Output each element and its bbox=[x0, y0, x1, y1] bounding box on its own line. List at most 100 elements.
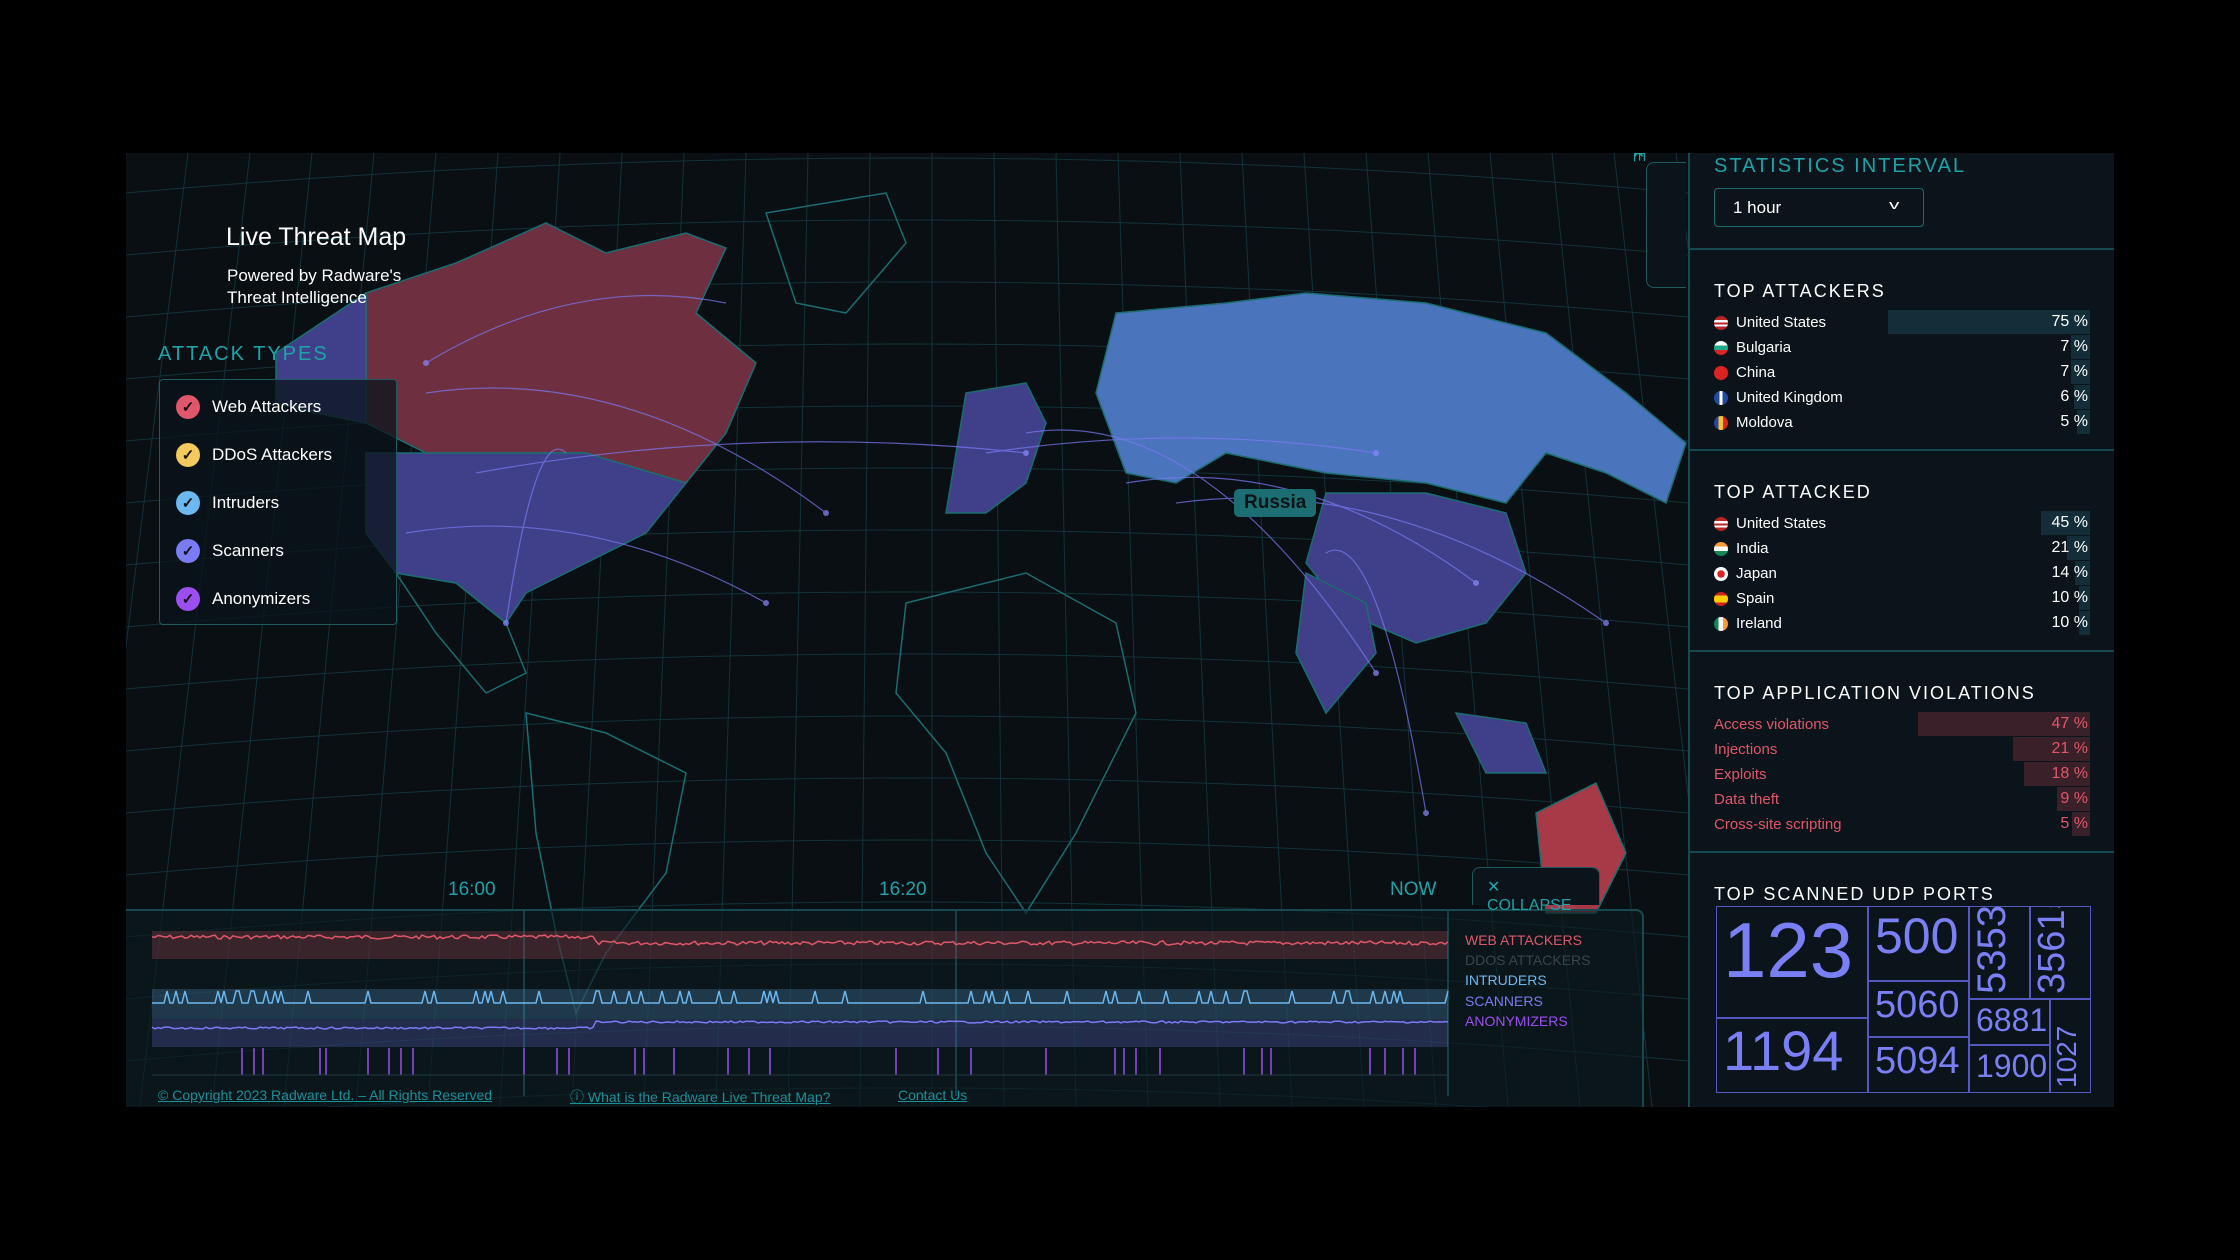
row-label: Ireland bbox=[1736, 615, 1782, 632]
port-number: 1027 bbox=[2051, 1025, 2082, 1088]
attack-point bbox=[1023, 450, 1029, 456]
series-toggle[interactable]: WEB ATTACKERS bbox=[1465, 932, 1582, 948]
divider bbox=[1690, 248, 2114, 250]
grid-line bbox=[126, 777, 1688, 814]
udp-port-cell[interactable]: 5060 bbox=[1868, 981, 1969, 1037]
country-row[interactable]: United States 45 % bbox=[1714, 511, 2090, 536]
timeline-panel bbox=[126, 909, 1644, 1107]
row-label: Japan bbox=[1736, 565, 1777, 582]
country-row[interactable]: India 21 % bbox=[1714, 536, 2090, 561]
country-row[interactable]: Spain 10 % bbox=[1714, 586, 2090, 611]
violation-row[interactable]: Access violations 47 % bbox=[1714, 712, 2090, 737]
row-label: Bulgaria bbox=[1736, 339, 1792, 356]
series-toggle[interactable]: DDOS ATTACKERS bbox=[1465, 952, 1591, 968]
attack-point bbox=[423, 360, 429, 366]
check-icon: ✓ bbox=[176, 539, 200, 563]
grid-line bbox=[126, 839, 1688, 876]
check-icon: ✓ bbox=[176, 443, 200, 467]
udp-port-cell[interactable]: 6881 bbox=[1969, 999, 2050, 1045]
port-number: 500 bbox=[1875, 908, 1959, 964]
scanners-band bbox=[152, 1019, 1448, 1047]
udp-port-cell[interactable]: 1027 bbox=[2050, 999, 2091, 1093]
collapse-panel-button[interactable]: ✕ COLLAPSE bbox=[1629, 153, 1686, 288]
country-row[interactable]: China 7 % bbox=[1714, 360, 2090, 385]
attack-point bbox=[1373, 670, 1379, 676]
attack-type-toggle[interactable]: ✓ Web Attackers bbox=[176, 395, 321, 419]
attack-type-toggle[interactable]: ✓ DDoS Attackers bbox=[176, 443, 332, 467]
violation-row[interactable]: Injections 21 % bbox=[1714, 737, 2090, 762]
row-label: Exploits bbox=[1714, 766, 1767, 783]
row-label: Access violations bbox=[1714, 716, 1830, 733]
flag-icon bbox=[1714, 365, 1728, 380]
row-percent: 18 % bbox=[2051, 765, 2088, 782]
attack-point bbox=[1473, 580, 1479, 586]
country-row[interactable]: Moldova 5 % bbox=[1714, 410, 2090, 435]
country-row[interactable]: United Kingdom 6 % bbox=[1714, 385, 2090, 410]
udp-port-cell[interactable]: 5353 bbox=[1969, 906, 2030, 999]
flag-icon bbox=[1714, 315, 1728, 330]
tick-label: 16:00 bbox=[448, 879, 496, 900]
attack-type-label: Scanners bbox=[212, 541, 284, 560]
country-row[interactable]: Ireland 10 % bbox=[1714, 611, 2090, 636]
row-percent: 7 % bbox=[2060, 338, 2088, 355]
interval-dropdown[interactable]: 1 hour v bbox=[1714, 188, 1924, 227]
attack-point bbox=[823, 510, 829, 516]
intruders-band bbox=[152, 989, 1448, 1019]
country-row[interactable]: Bulgaria 7 % bbox=[1714, 335, 2090, 360]
row-label: Spain bbox=[1736, 590, 1775, 607]
country-russia[interactable] bbox=[1095, 292, 1687, 505]
flag-icon bbox=[1714, 390, 1728, 405]
attack-type-label: Anonymizers bbox=[212, 589, 311, 608]
series-toggle[interactable]: ANONYMIZERS bbox=[1465, 1013, 1568, 1029]
flag-icon bbox=[1714, 591, 1728, 606]
attack-point bbox=[1603, 620, 1609, 626]
udp-port-cell[interactable]: 123 bbox=[1716, 906, 1868, 1018]
violation-row[interactable]: Exploits 18 % bbox=[1714, 762, 2090, 787]
attack-type-toggle[interactable]: ✓ Anonymizers bbox=[176, 587, 310, 611]
udp-port-cell[interactable]: 1900 bbox=[1969, 1045, 2050, 1093]
port-number: 1194 bbox=[1723, 1019, 1844, 1082]
row-label: United Kingdom bbox=[1736, 389, 1843, 406]
top-attackers-title: TOP ATTACKERS bbox=[1714, 281, 1886, 301]
country-usa[interactable] bbox=[365, 452, 688, 625]
violation-row[interactable]: Data theft 9 % bbox=[1714, 787, 2090, 812]
flag-icon bbox=[1714, 616, 1728, 631]
row-percent: 7 % bbox=[2060, 363, 2088, 380]
tick-label: NOW bbox=[1390, 879, 1437, 900]
country-row[interactable]: United States 75 % bbox=[1714, 310, 2090, 335]
port-number: 1900 bbox=[1976, 1048, 2048, 1084]
udp-port-cell[interactable]: 500 bbox=[1868, 906, 1969, 981]
check-icon: ✓ bbox=[176, 587, 200, 611]
port-number: 5353 bbox=[1970, 906, 2014, 994]
grid-line bbox=[126, 157, 1688, 194]
attack-type-toggle[interactable]: ✓ Intruders bbox=[176, 491, 279, 515]
collapse-timeline-button[interactable]: ✕ COLLAPSE bbox=[1472, 867, 1600, 914]
udp-port-cell[interactable]: 1194 bbox=[1716, 1018, 1868, 1093]
attack-types-title: ATTACK TYPES bbox=[158, 343, 329, 365]
attack-type-toggle[interactable]: ✓ Scanners bbox=[176, 539, 284, 563]
top-attacked-title: TOP ATTACKED bbox=[1714, 482, 1872, 502]
top-udp-ports-title: TOP SCANNED UDP PORTS bbox=[1714, 884, 1995, 904]
row-percent: 21 % bbox=[2051, 740, 2088, 757]
series-toggle[interactable]: SCANNERS bbox=[1465, 993, 1543, 1009]
series-toggle[interactable]: INTRUDERS bbox=[1465, 972, 1547, 988]
copyright-link[interactable]: © Copyright 2023 Radware Ltd. – All Righ… bbox=[158, 1087, 492, 1103]
country-row[interactable]: Japan 14 % bbox=[1714, 561, 2090, 586]
grid-line bbox=[126, 653, 1688, 690]
southeast-asia[interactable] bbox=[1454, 712, 1548, 774]
row-label: China bbox=[1736, 364, 1776, 381]
flag-icon bbox=[1714, 516, 1728, 531]
port-number: 35615 bbox=[2031, 906, 2073, 994]
port-number: 6881 bbox=[1976, 1002, 2048, 1038]
row-percent: 21 % bbox=[2051, 539, 2088, 556]
country-canada[interactable] bbox=[365, 222, 757, 484]
statistics-panel: STATISTICS INTERVAL 1 hour v TOP ATTACKER… bbox=[1688, 153, 2114, 1107]
violation-row[interactable]: Cross-site scripting 5 % bbox=[1714, 812, 2090, 837]
row-label: Moldova bbox=[1736, 414, 1793, 431]
row-percent: 6 % bbox=[2060, 388, 2088, 405]
contact-link[interactable]: Contact Us bbox=[898, 1087, 967, 1103]
udp-port-cell[interactable]: 35615 bbox=[2030, 906, 2091, 999]
udp-port-cell[interactable]: 5094 bbox=[1868, 1037, 1969, 1093]
about-link[interactable]: ⓘ What is the Radware Live Threat Map? bbox=[570, 1087, 830, 1107]
europe[interactable] bbox=[945, 382, 1047, 514]
